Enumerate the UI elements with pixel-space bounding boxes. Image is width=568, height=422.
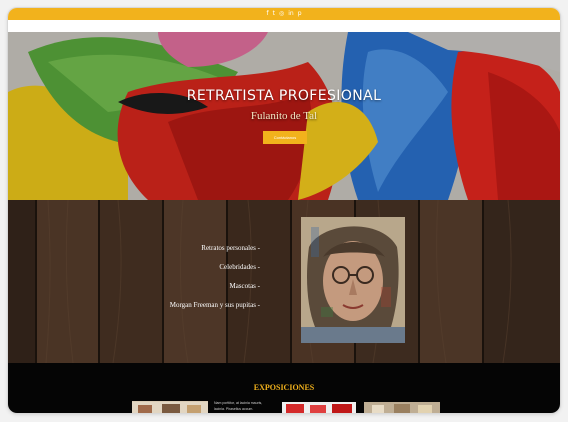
browser-frame: f t ◎ in p RETRATISTA PROFESIONAL Fulani… <box>8 8 560 413</box>
pinterest-icon[interactable]: p <box>298 11 302 17</box>
facebook-icon[interactable]: f <box>266 11 268 17</box>
list-item[interactable]: Retratos personales - <box>170 243 260 262</box>
services-section: Retratos personales - Celebridades - Mas… <box>8 200 560 363</box>
portrait-image <box>301 217 405 343</box>
hero-subtitle: Fulanito de Tal <box>250 110 318 122</box>
hero-title: RETRATISTA PROFESIONAL <box>186 88 382 104</box>
services-list: Retratos personales - Celebridades - Mas… <box>170 243 260 319</box>
wood-background-image <box>8 200 560 363</box>
twitter-icon[interactable]: t <box>273 11 275 17</box>
hero-section: RETRATISTA PROFESIONAL Fulanito de Tal C… <box>8 32 560 200</box>
nav-strip <box>8 20 560 32</box>
list-item[interactable]: Celebridades - <box>170 262 260 281</box>
list-item[interactable]: Morgan Freeman y sus pupitas - <box>170 300 260 319</box>
exhibitions-title: EXPOSICIONES <box>253 383 315 392</box>
contact-button[interactable]: Contáctanos <box>263 131 307 144</box>
exhibition-thumbnail[interactable] <box>282 401 356 413</box>
list-item[interactable]: Mascotas - <box>170 281 260 300</box>
exhibitions-section: EXPOSICIONES Nam porttitor, at lacinia m… <box>8 363 560 413</box>
exhibition-thumbnail[interactable] <box>132 401 208 413</box>
social-bar: f t ◎ in p <box>8 8 560 20</box>
exhibition-thumbnail[interactable] <box>364 401 440 413</box>
linkedin-icon[interactable]: in <box>288 11 293 17</box>
exhibition-text: Nam porttitor, at lacinia mauris, lacini… <box>214 401 263 411</box>
instagram-icon[interactable]: ◎ <box>279 11 284 17</box>
